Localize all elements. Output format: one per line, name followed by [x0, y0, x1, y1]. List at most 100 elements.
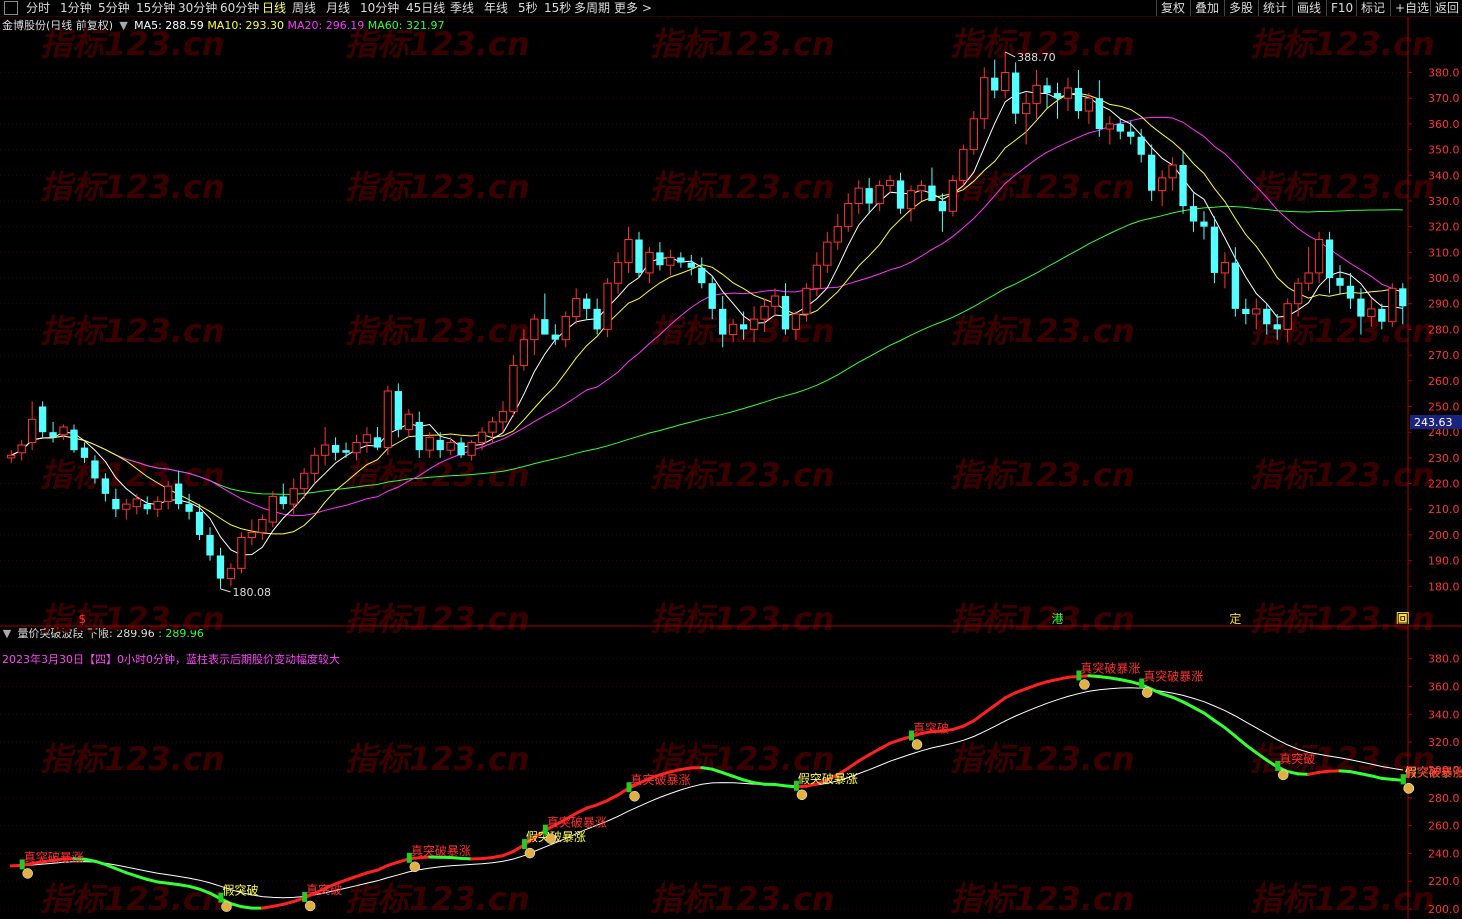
candle-body — [1053, 93, 1062, 99]
candle — [206, 527, 214, 561]
signal-label: 真突破暴涨 — [626, 772, 691, 802]
candle — [1063, 77, 1073, 112]
candle-body — [342, 450, 350, 453]
watermark-text: 指标123.cn — [950, 600, 1135, 638]
watermark-text: 指标123.cn — [650, 25, 835, 63]
candle — [70, 424, 78, 453]
candle-body — [1367, 308, 1376, 318]
candle — [969, 111, 978, 155]
candle-body — [906, 190, 916, 210]
price-tick-label: 340.0 — [1428, 169, 1460, 182]
candle-body — [624, 239, 633, 264]
event-marker: 定 — [1229, 611, 1241, 626]
candle — [383, 385, 393, 456]
candle-body — [279, 496, 287, 505]
candle — [1220, 252, 1230, 289]
candle-body — [498, 411, 508, 423]
candle-body — [383, 390, 393, 449]
indicator-tick-label: 380.0 — [1428, 653, 1460, 666]
watermark-text: 指标123.cn — [650, 880, 835, 918]
candle-body — [1210, 226, 1219, 273]
moneybag-icon — [409, 861, 421, 873]
candle — [425, 432, 434, 458]
candle-body — [457, 442, 465, 456]
candle — [1148, 144, 1156, 201]
candle — [572, 288, 581, 325]
candle-body — [310, 454, 319, 474]
candle — [928, 167, 936, 201]
signal-labels-layer: 真突破暴涨假突破 真突破真突破暴涨假突破暴涨真突破暴涨真突破暴涨 假突破暴涨真突破真… — [19, 660, 1462, 912]
candle — [27, 401, 37, 451]
candle — [1231, 247, 1240, 317]
candle-body — [17, 444, 26, 454]
indicator-fast-segment — [239, 905, 254, 910]
candle-body — [1388, 287, 1397, 323]
candle — [132, 493, 141, 515]
candle-body — [823, 241, 832, 266]
current-price-label: 243.63 — [1414, 416, 1453, 429]
indicator-fast-segment — [480, 856, 495, 861]
price-tick-label: 330.0 — [1428, 195, 1460, 208]
candle-body — [1220, 262, 1230, 274]
signal-text: 假突破暴涨 — [526, 829, 586, 844]
indicator-fast-segment — [177, 883, 191, 888]
price-tick-label: 290.0 — [1428, 298, 1460, 311]
candle — [917, 180, 926, 201]
candle-body — [1116, 123, 1124, 132]
watermark-text: 指标123.cn — [1250, 168, 1435, 206]
candle-body — [1179, 165, 1187, 207]
candle — [666, 249, 675, 276]
indicator-fast-segment — [1181, 700, 1196, 709]
candle-body — [216, 555, 225, 579]
candle — [938, 193, 947, 232]
candle-body — [1357, 298, 1365, 317]
candle-body — [122, 503, 131, 510]
candle-body — [1231, 262, 1240, 309]
indicator-fast-segment — [857, 753, 871, 763]
indicator-fast-segment — [982, 703, 997, 715]
candle — [624, 226, 633, 273]
candle-body — [49, 432, 57, 438]
watermark-text: 指标123.cn — [40, 740, 225, 778]
candle — [583, 293, 591, 320]
candle-body — [477, 431, 487, 443]
candle-body — [289, 488, 298, 505]
candle — [1346, 272, 1355, 309]
candle-body — [791, 313, 801, 330]
candle-body — [174, 483, 183, 505]
candle-body — [980, 77, 989, 120]
candle — [541, 293, 549, 335]
price-tick-label: 370.0 — [1428, 92, 1460, 105]
candle-body — [875, 185, 884, 205]
candle-body — [1157, 177, 1167, 192]
candle — [613, 252, 623, 294]
indicator-fast-segment — [1118, 678, 1133, 684]
candle — [1189, 193, 1198, 232]
candle-body — [143, 504, 151, 510]
candle-body — [1021, 102, 1031, 115]
candle — [1242, 298, 1250, 325]
indicator-fast-segment — [124, 871, 139, 878]
stock-chart[interactable]: 指标123.cn 指标123.cn 指标123.cn 指标123.cn 指标123.cn… — [0, 0, 1462, 919]
signal-text: 真突破 — [913, 720, 949, 735]
signal-text: 假突破暴涨 — [798, 771, 858, 786]
candle-body — [101, 478, 110, 494]
indicator-fast-segment — [93, 859, 107, 866]
moneybag-icon — [304, 900, 316, 912]
indicator-fast-segment — [260, 904, 275, 910]
candle — [991, 59, 999, 99]
indicator-fast-segment — [1097, 675, 1112, 680]
candle — [959, 144, 968, 186]
candle — [1105, 116, 1114, 145]
candle — [17, 439, 26, 461]
signal-label: 真突破 — [302, 882, 342, 912]
watermark-text: 指标123.cn — [40, 600, 225, 638]
candle-body — [1325, 239, 1334, 279]
candle-body — [781, 296, 790, 330]
price-tick-label: 320.0 — [1428, 221, 1460, 234]
indicator-fast-segment — [135, 874, 149, 881]
price-tick-label: 310.0 — [1428, 246, 1460, 259]
candle — [237, 532, 246, 574]
signal-label: 真突破暴涨 — [1076, 660, 1140, 690]
candle-body — [812, 264, 822, 289]
